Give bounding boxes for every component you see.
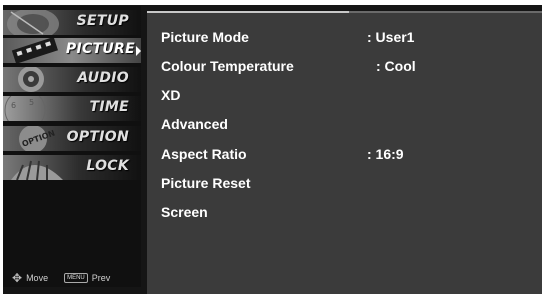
sidebar-item-label: AUDIO — [77, 70, 129, 86]
sidebar-item-picture[interactable]: PICTURE — [3, 38, 141, 63]
sidebar-item-label: OPTION — [66, 129, 129, 145]
prev-hint-label: Prev — [91, 273, 111, 283]
move-icon: ✥ — [12, 271, 23, 285]
row-label: Aspect Ratio — [161, 146, 247, 162]
svg-text:6: 6 — [11, 101, 16, 110]
divider-highlight — [147, 11, 349, 13]
navigation-hints: ✥ Move MENU Prev — [12, 272, 110, 284]
row-label: Colour Temperature — [161, 58, 294, 74]
row-label: Picture Reset — [161, 175, 251, 191]
sidebar-item-audio[interactable]: AUDIO — [3, 67, 141, 92]
row-label: XD — [161, 87, 181, 103]
row-label: Screen — [161, 204, 208, 220]
sidebar-item-label: LOCK — [86, 158, 129, 174]
sidebar-item-lock[interactable]: LOCK — [3, 155, 141, 180]
sidebar-item-label: TIME — [89, 99, 129, 115]
sidebar-item-setup[interactable]: SETUP — [3, 10, 141, 35]
sidebar-item-option[interactable]: OPTION OPTION — [3, 126, 141, 151]
row-label: Advanced — [161, 116, 228, 132]
move-hint-label: Move — [26, 273, 49, 283]
sidebar-item-label: PICTURE — [65, 41, 135, 57]
row-value: : User1 — [367, 29, 415, 45]
row-value: : 16:9 — [367, 146, 404, 162]
sidebar-menu: SETUP PICTURE AUDIO 6 5 TIME OPTION OPTI… — [3, 6, 141, 287]
sidebar-item-time[interactable]: 6 5 TIME — [3, 96, 141, 121]
sidebar-item-label: SETUP — [76, 13, 129, 29]
row-value: : Cool — [376, 58, 416, 74]
menu-key-icon: MENU — [64, 273, 88, 283]
row-label: Picture Mode — [161, 29, 249, 45]
svg-text:5: 5 — [29, 98, 34, 107]
chevron-right-icon — [136, 46, 141, 56]
